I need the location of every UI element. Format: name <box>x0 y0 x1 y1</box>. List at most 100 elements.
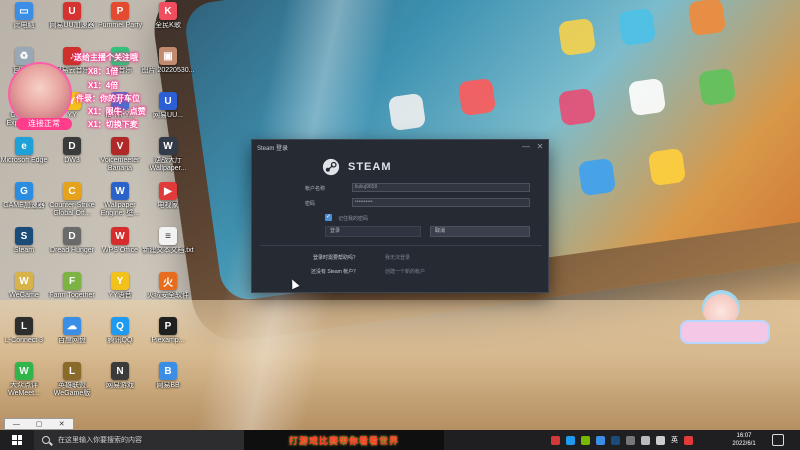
desktop-icon[interactable]: e Microsoft Edge <box>0 137 48 185</box>
desktop-icon-label: Plexamp... <box>151 337 185 344</box>
remember-password-label[interactable]: 记住我的密码 <box>338 215 368 222</box>
wallpaper-app-tile <box>557 87 597 127</box>
password-label: 密码 <box>305 201 316 207</box>
wallpaper-app-tile <box>697 67 737 107</box>
desktop-app-icon: U <box>159 92 177 110</box>
mini-close-button[interactable]: ✕ <box>50 420 73 428</box>
create-account-link[interactable]: 创建一个新的帐户 <box>385 268 425 275</box>
desktop-icon[interactable]: Y YY语音 <box>96 272 144 320</box>
desktop-app-icon: Y <box>111 272 129 290</box>
avatar-badge: 连接正常 <box>16 118 72 130</box>
desktop-icon[interactable]: D DW3 <box>48 137 96 185</box>
desktop-app-icon: L <box>15 317 33 335</box>
nvidia-tray-icon[interactable] <box>581 435 590 445</box>
desktop-app-icon: L <box>63 362 81 380</box>
desktop-icon[interactable]: ☁ 百度网盘 <box>48 317 96 365</box>
desktop-app-icon: G <box>15 182 33 200</box>
wallpaper-app-tile <box>627 77 667 117</box>
desktop-icon-label: 网易UU... <box>153 112 183 119</box>
ime-indicator[interactable]: 英 <box>671 435 678 445</box>
desktop-app-icon: D <box>63 137 81 155</box>
desktop-icon[interactable]: B 网易BB <box>144 362 192 410</box>
desktop-app-icon: F <box>63 272 81 290</box>
desktop-icon[interactable]: ▶ 电视家 <box>144 182 192 230</box>
desktop-app-icon: S <box>15 227 33 245</box>
desktop-icon[interactable]: P Plexamp... <box>144 317 192 365</box>
desktop-icon[interactable]: V Voicemeeter Banana <box>96 137 144 185</box>
desktop-icon-label: 火绒安全软件 <box>147 292 189 299</box>
desktop-icon[interactable]: Q 腾讯QQ <box>96 317 144 365</box>
username-field[interactable]: liuliuj9658 <box>352 183 530 192</box>
desktop-icon[interactable]: W 逆战大厅 Wallpaper... <box>144 137 192 185</box>
sticker-character-card <box>680 320 770 344</box>
desktop-icon[interactable]: S Steam <box>0 227 48 275</box>
mini-minimize-button[interactable]: — <box>5 421 28 428</box>
minimize-button[interactable]: — <box>520 141 532 153</box>
anime-character-sticker <box>676 290 772 354</box>
desktop-app-icon: P <box>111 2 129 20</box>
desktop-app-icon: B <box>159 362 177 380</box>
desktop-icon[interactable]: L L-Connect 3 <box>0 317 48 365</box>
desktop-app-icon: K <box>159 2 177 20</box>
remember-checkbox[interactable]: ✓ <box>325 214 332 221</box>
desktop-icon[interactable]: W Wallpaper Engine: 壁... <box>96 182 144 230</box>
desktop-icon[interactable]: N 网易游戏 <box>96 362 144 410</box>
desktop-icon[interactable]: ▭ 此电脑 <box>0 2 48 50</box>
app-tray-icon[interactable] <box>551 435 560 445</box>
login-button[interactable]: 登录 <box>325 226 421 237</box>
steam-logo-icon <box>322 158 340 176</box>
desktop-icon[interactable]: G GAME加速器 <box>0 182 48 230</box>
notification-icon[interactable] <box>772 434 784 446</box>
desktop-icon-label: 电视家 <box>157 202 179 209</box>
taskbar-clock[interactable]: 16:07 2022/6/1 <box>724 432 764 448</box>
desktop-icon[interactable]: L 英雄联盟 WeGame版 <box>48 362 96 410</box>
login-help-question: 登录时需要帮助吗？ <box>313 255 359 261</box>
network-tray-icon[interactable] <box>596 435 605 445</box>
desktop-icon[interactable]: ▣ 图片 20220530... <box>142 47 194 95</box>
desktop-icon-label: 逆战大厅 Wallpaper... <box>149 157 187 172</box>
desktop-app-icon: W <box>159 137 177 155</box>
desktop-icon[interactable]: U 网易UU加速器 <box>48 2 96 50</box>
overlay-text-line: X1：切换下麦 <box>88 120 138 129</box>
steam-login-window: Steam 登录 — ✕ STEAM 帐户名称 liuliuj9658 密码 •… <box>251 139 549 293</box>
steam-titlebar[interactable]: Steam 登录 — ✕ <box>252 140 548 154</box>
chevron-up-icon[interactable] <box>626 435 635 445</box>
no-account-question: 还没有 Steam 帐户？ <box>311 269 359 275</box>
overlay-text-line: X1：4倍 <box>88 81 119 90</box>
wallpaper-app-tile <box>577 157 617 197</box>
qq-tray-icon[interactable] <box>566 435 575 445</box>
desktop-app-icon: W <box>111 182 129 200</box>
desktop-icon[interactable]: U 网易UU... <box>144 92 192 140</box>
desktop-icon[interactable]: D Dread Hunger <box>48 227 96 275</box>
desktop-icon[interactable]: C Counter-Strike Global Off... <box>48 182 96 230</box>
mini-maximize-button[interactable]: ▢ <box>28 420 51 428</box>
cant-sign-in-link[interactable]: 我无法登录 <box>385 254 410 261</box>
overlay-text-line: X1：限牛：点赞 <box>88 107 146 116</box>
desktop-icon[interactable]: K 全民K歌 <box>144 2 192 50</box>
start-button[interactable] <box>0 430 34 450</box>
password-field[interactable]: •••••••••• <box>352 198 530 207</box>
cancel-button[interactable]: 取消 <box>430 226 530 237</box>
desktop-icon[interactable]: 火火绒安全软件 <box>144 272 192 320</box>
desktop-app-icon: Q <box>111 317 129 335</box>
volume-icon[interactable] <box>656 435 665 445</box>
desktop-icon[interactable]: P Pummel Party <box>96 2 144 50</box>
desktop-icon[interactable]: W 大众点评 WeMeet... <box>0 362 48 410</box>
desktop-icon[interactable]: W WPS Office <box>96 227 144 275</box>
app-tray-icon-2[interactable] <box>684 435 693 445</box>
floating-window-controls: — ▢ ✕ <box>4 418 74 430</box>
stream-banner: 打游戏比赛带你看看世界 <box>244 430 444 450</box>
desktop-app-icon: e <box>15 137 33 155</box>
desktop-icon[interactable]: F Farm Together <box>48 272 96 320</box>
desktop-icon[interactable]: W WeGame <box>0 272 48 320</box>
steam-tray-icon[interactable] <box>611 435 620 445</box>
steam-window-title: Steam 登录 <box>257 145 289 152</box>
desktop-icon[interactable]: ≡ 新建文本文档.txt <box>142 227 194 275</box>
taskbar-search-box[interactable]: 在这里输入你要搜索的内容 <box>34 430 244 450</box>
desktop-app-icon: ≡ <box>159 227 177 245</box>
overlay-text-line: 送给主播个关注哦 <box>74 53 138 62</box>
monitor-icon[interactable] <box>641 435 650 445</box>
desktop-app-icon: ▣ <box>159 47 177 65</box>
steam-wordmark: STEAM <box>348 161 392 173</box>
close-button[interactable]: ✕ <box>534 141 546 153</box>
